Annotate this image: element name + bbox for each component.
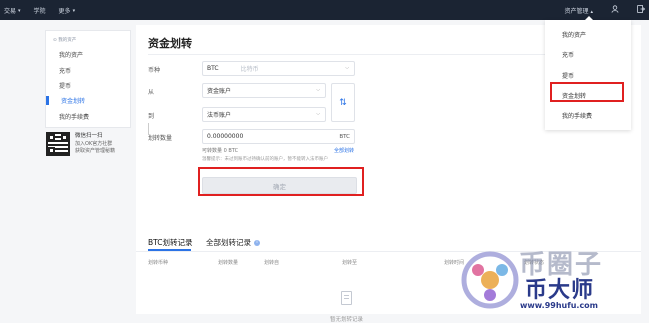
chevron-down-icon: ⌵	[316, 87, 320, 93]
chevron-down-icon: ⌵	[316, 111, 320, 117]
nav-item-more[interactable]: 更多 ▾	[58, 6, 76, 16]
currency-label: 币种	[148, 67, 161, 74]
qr-line1: 加入OK官方社群	[75, 140, 113, 147]
amount-label: 划转数量	[148, 135, 173, 142]
info-icon[interactable]: i	[254, 240, 260, 246]
column-header: 划转至	[342, 260, 358, 266]
qr-finder	[61, 134, 68, 141]
tab-all-records-label: 全部划转记录	[206, 238, 251, 247]
chevron-down-icon: ▾	[18, 7, 21, 14]
to-account-value: 法币账户	[207, 112, 232, 119]
menu-item-withdraw[interactable]: 提币	[562, 71, 574, 80]
amount-input[interactable]: 0.00000000 BTC	[202, 129, 355, 144]
amount-unit: BTC	[339, 133, 350, 140]
user-icon[interactable]	[611, 5, 619, 15]
empty-records-text: 暂无划转记录	[330, 317, 364, 323]
to-label: 到	[148, 113, 155, 120]
menu-item-my-assets[interactable]: 我的资产	[562, 30, 586, 39]
qr-finder	[48, 134, 55, 141]
page-title: 资金划转	[148, 37, 192, 50]
dropdown-caret	[585, 16, 593, 20]
chevron-up-icon: ▴	[590, 8, 593, 15]
column-header: 划转自	[264, 260, 280, 266]
from-account-select[interactable]: 资金账户 ⌵	[202, 83, 326, 98]
chevron-down-icon: ▾	[72, 7, 76, 14]
asset-management-dropdown: 我的资产 充币 提币 资金划转 我的手续费	[545, 16, 631, 130]
available-amount: 可转数量 0 BTC	[202, 147, 238, 154]
from-label: 从	[148, 89, 155, 96]
sidebar: ⊙ 我的资产 我的资产 充币 提币 资金划转 我的手续费	[45, 30, 131, 128]
sidebar-group-label: ⊙ 我的资产	[53, 38, 77, 43]
watermark-url: www.99hufu.com	[520, 301, 599, 310]
menu-item-my-fees[interactable]: 我的手续费	[562, 111, 592, 120]
menu-item-deposit[interactable]: 充币	[562, 50, 574, 59]
from-account-value: 资金账户	[207, 88, 232, 95]
top-nav: 交易 ▾ 学院 更多 ▾	[4, 6, 76, 16]
amount-value: 0.00000000	[207, 133, 244, 140]
qr-title: 微信扫一扫	[75, 133, 103, 139]
asset-management-label: 资产管理	[564, 7, 589, 15]
sidebar-item-my-fees[interactable]: 我的手续费	[59, 112, 89, 121]
swap-icon: ⇅	[339, 97, 347, 108]
available-label: 可转数量	[202, 148, 223, 154]
available-value: 0 BTC	[223, 148, 239, 154]
qr-finder	[48, 147, 55, 154]
sidebar-group-label-text: 我的资产	[58, 38, 77, 43]
qr-text: 微信扫一扫 加入OK官方社群 获取资产管理秘籍	[75, 133, 115, 156]
currency-value: BTC	[207, 65, 219, 72]
column-header: 划转数量	[218, 260, 239, 266]
hint-text: 温馨提示：未过到账币过持确认前的账户，暂不能转入法币账户	[202, 157, 328, 162]
tab-btc-records[interactable]: BTC划转记录	[148, 237, 193, 248]
watermark: 币圈子 币大师 www.99hufu.com	[455, 240, 645, 314]
qr-code	[46, 132, 70, 156]
highlight-box-menu	[550, 82, 624, 102]
swap-accounts-button[interactable]: ⇅	[331, 83, 355, 122]
asset-management-menu[interactable]: 资产管理 ▴	[565, 6, 593, 15]
nav-item-trade-label: 交易	[4, 8, 17, 15]
empty-document-icon	[341, 291, 352, 305]
top-nav-right: 资产管理 ▴	[565, 5, 646, 15]
chevron-down-icon: ⌵	[345, 65, 349, 71]
nav-item-trade[interactable]: 交易 ▾	[4, 6, 21, 16]
watermark-logo-icon	[461, 251, 519, 309]
nav-item-more-label: 更多	[58, 8, 71, 15]
sidebar-item-my-assets[interactable]: 我的资产	[59, 50, 83, 59]
currency-name: 比特币	[240, 66, 259, 73]
sidebar-item-fund-transfer[interactable]: 资金划转	[46, 96, 130, 105]
nav-item-academy[interactable]: 学院	[34, 6, 46, 15]
nav-item-academy-label: 学院	[33, 8, 46, 15]
watermark-brand: 币大师	[525, 278, 595, 303]
top-nav-bar: 交易 ▾ 学院 更多 ▾ 资产管理 ▴	[0, 0, 649, 20]
column-header: 划转币种	[148, 260, 169, 266]
sidebar-item-withdraw[interactable]: 提币	[59, 81, 71, 90]
highlight-box-confirm	[198, 167, 364, 196]
transfer-all-link[interactable]: 全部划转	[334, 147, 354, 154]
logout-icon[interactable]	[637, 5, 646, 15]
tab-all-records[interactable]: 全部划转记录 i	[206, 237, 260, 248]
currency-select[interactable]: BTC 比特币 ⌵	[202, 61, 355, 76]
qr-line2: 获取资产管理秘籍	[75, 148, 116, 154]
to-account-select[interactable]: 法币账户 ⌵	[202, 107, 326, 122]
sidebar-item-deposit[interactable]: 充币	[59, 66, 71, 75]
